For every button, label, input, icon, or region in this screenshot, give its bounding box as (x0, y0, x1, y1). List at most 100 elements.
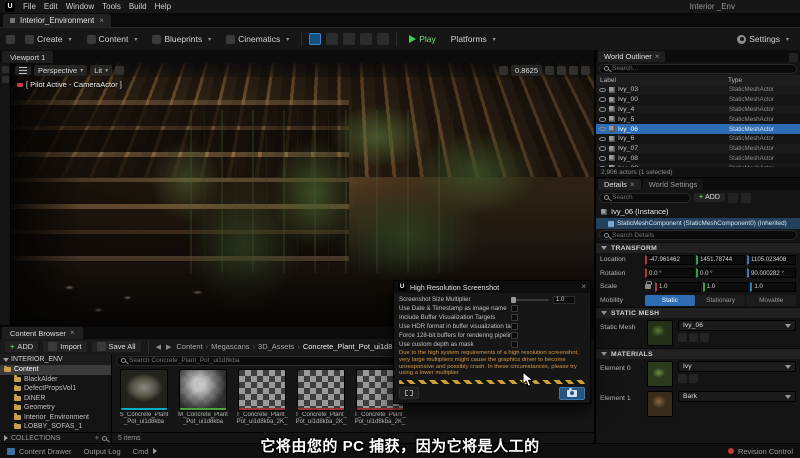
tree-item-content[interactable]: Content (0, 365, 111, 375)
landscape-mode-icon[interactable] (326, 33, 338, 45)
outliner-settings-icon[interactable] (789, 53, 798, 62)
mobility-static-button[interactable]: Static (645, 295, 695, 306)
blueprints-button[interactable]: Blueprints (147, 32, 216, 46)
tree-item-lobby-sofas[interactable]: LOBBY_SOFAS_1 (0, 422, 111, 432)
rotation-snap-icon[interactable] (557, 66, 566, 75)
tab-details[interactable]: Details × (598, 179, 641, 190)
outliner-row[interactable]: Ivy_08StaticMeshActor (596, 154, 800, 164)
material-thumbnail[interactable] (647, 391, 673, 417)
asset-item[interactable]: M_Concrete_Plant_Pot_ui1d8kba (177, 369, 229, 430)
outliner-row[interactable]: Ivy_07StaticMeshActor (596, 144, 800, 154)
sources-header[interactable]: INTERIOR_ENV (0, 354, 111, 365)
visibility-eye-icon[interactable] (599, 88, 606, 93)
multiplier-slider[interactable] (511, 299, 549, 301)
outliner-row[interactable]: Ivy_4StaticMeshActor (596, 105, 800, 115)
viewport-options-button[interactable] (15, 66, 31, 75)
menu-file[interactable]: File (23, 2, 36, 11)
foliage-mode-icon[interactable] (343, 33, 355, 45)
use-selected-icon[interactable] (678, 374, 687, 383)
outliner-row-selected[interactable]: Ivy_06StaticMeshActor (596, 124, 800, 134)
visibility-eye-icon[interactable] (599, 156, 606, 161)
scale-y-field[interactable]: 1.0 (703, 282, 749, 292)
show-flags-icon[interactable] (115, 66, 124, 75)
import-button[interactable]: Import (43, 341, 86, 352)
visibility-eye-icon[interactable] (599, 137, 606, 142)
tab-content-browser[interactable]: Content Browser × (2, 327, 83, 339)
location-z-field[interactable]: 1105.023408 (747, 255, 796, 265)
breadcrumb-megascans[interactable]: Megascans (203, 342, 250, 351)
content-button[interactable]: Content (82, 32, 143, 46)
column-type[interactable]: Type (728, 77, 796, 84)
outliner-search-input[interactable] (612, 65, 792, 72)
timestamp-checkbox[interactable] (511, 305, 518, 312)
use-selected-icon[interactable] (678, 333, 687, 342)
asset-item[interactable]: T_Concrete_Plant_Pot_ui1d8kba_2K_N (295, 369, 347, 430)
menu-help[interactable]: Help (155, 2, 171, 11)
cinematics-button[interactable]: Cinematics (221, 32, 294, 46)
snap-grid-icon[interactable] (545, 66, 554, 75)
select-mode-icon[interactable] (309, 33, 321, 45)
breadcrumb-3d-assets[interactable]: 3D_Assets (250, 342, 295, 351)
close-icon[interactable]: × (630, 181, 635, 189)
location-y-field[interactable]: 1451.78744 (696, 255, 745, 265)
scale-z-field[interactable]: 1.0 (750, 282, 796, 292)
close-icon[interactable]: × (99, 17, 104, 25)
static-mesh-section-header[interactable]: STATIC MESH (596, 307, 800, 318)
capture-region-button[interactable] (399, 387, 419, 399)
outliner-row[interactable]: Ivy_6StaticMeshActor (596, 134, 800, 144)
rail-expand-icon[interactable] (2, 66, 9, 73)
material-1-select[interactable]: Bark (678, 391, 796, 402)
visibility-eye-icon[interactable] (599, 127, 606, 132)
platforms-button[interactable]: Platforms (446, 32, 501, 46)
materials-section-header[interactable]: MATERIALS (596, 348, 800, 359)
maximize-viewport-icon[interactable] (581, 66, 590, 75)
static-mesh-select[interactable]: Ivy_06 (678, 320, 796, 331)
browse-to-asset-icon[interactable] (689, 374, 698, 383)
force-128bit-checkbox[interactable] (511, 332, 518, 339)
outliner-row[interactable]: Ivy_03StaticMeshActor (596, 85, 800, 95)
mobility-movable-button[interactable]: Movable (746, 295, 796, 306)
menu-build[interactable]: Build (129, 2, 147, 11)
breadcrumb-current-folder[interactable]: Concrete_Plant_Pot_ui1d8kba (294, 342, 404, 351)
close-icon[interactable]: × (581, 283, 586, 291)
breadcrumb-content[interactable]: Content (176, 342, 202, 351)
create-button[interactable]: Create (20, 32, 77, 46)
exposure-value[interactable]: 0.8625 (511, 65, 542, 76)
transform-section-header[interactable]: TRANSFORM (596, 242, 800, 253)
rotation-z-field[interactable]: 90.000282 ° (747, 268, 796, 278)
details-search-input[interactable] (612, 232, 792, 239)
location-x-field[interactable]: -47.961462 (645, 255, 694, 265)
menu-tools[interactable]: Tools (102, 2, 121, 11)
scale-snap-icon[interactable] (569, 66, 578, 75)
lock-icon[interactable] (645, 284, 651, 289)
perspective-dropdown[interactable]: Perspective (34, 65, 87, 76)
tab-viewport-1[interactable]: Viewport 1 (2, 51, 53, 63)
details-actor-search-input[interactable] (612, 194, 686, 201)
tree-item-blackalder[interactable]: BlackAlder (0, 375, 111, 385)
outliner-row[interactable]: Ivy_5StaticMeshActor (596, 114, 800, 124)
tree-item-diner[interactable]: DiNER (0, 394, 111, 404)
reset-icon[interactable] (700, 333, 709, 342)
close-icon[interactable]: × (70, 329, 75, 337)
slider-knob[interactable] (511, 297, 516, 303)
menu-window[interactable]: Window (66, 2, 94, 11)
settings-button[interactable]: Settings (732, 32, 794, 46)
add-asset-button[interactable]: +ADD (5, 341, 38, 352)
save-icon[interactable] (6, 35, 15, 44)
column-label[interactable]: Label (600, 77, 728, 84)
capture-button[interactable] (559, 387, 585, 400)
rail-outliner-icon[interactable] (2, 76, 9, 83)
play-button[interactable]: Play (404, 32, 441, 46)
visibility-eye-icon[interactable] (599, 146, 606, 151)
fracture-mode-icon[interactable] (377, 33, 389, 45)
tab-level[interactable]: Interior_Environment × (3, 14, 111, 27)
static-mesh-thumbnail[interactable] (647, 320, 673, 346)
browse-icon[interactable] (741, 193, 751, 203)
brush-mode-icon[interactable] (360, 33, 372, 45)
add-component-button[interactable]: +ADD (694, 193, 725, 202)
asset-item[interactable]: T_Concrete_Plant_Pot_ui1d8kba_2K_D (236, 369, 288, 430)
tab-world-outliner[interactable]: World Outliner × (598, 51, 665, 62)
tree-item-defectprops[interactable]: DefectPropsVol1 (0, 384, 111, 394)
blueprint-edit-icon[interactable] (728, 193, 738, 203)
tab-world-settings[interactable]: World Settings (643, 179, 704, 190)
